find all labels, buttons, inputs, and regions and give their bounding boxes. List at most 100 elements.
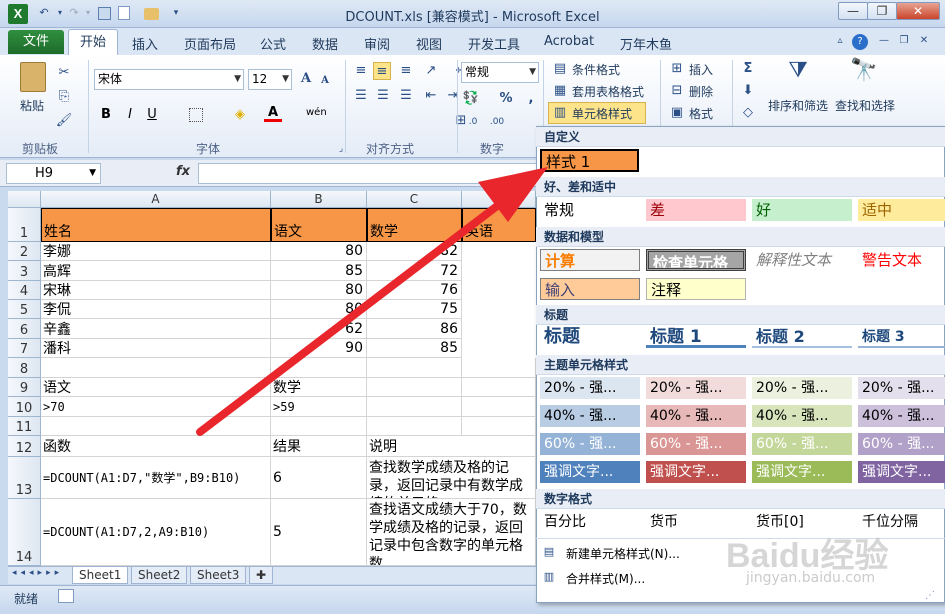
style-input[interactable]: 输入 — [540, 278, 640, 300]
cell-a13[interactable]: =DCOUNT(A1:D7,"数学",B9:B10) — [41, 457, 271, 499]
cell-b10[interactable]: >59 — [271, 397, 367, 417]
font-size-combo[interactable]: 12 ▼ — [248, 69, 292, 90]
cell-a7[interactable]: 潘科 — [41, 339, 271, 358]
cell-a10[interactable]: >70 — [41, 397, 271, 417]
style-20-accent4[interactable]: 20% - 强... — [858, 377, 945, 399]
cell-a5[interactable]: 李侃 — [41, 300, 271, 319]
row-header[interactable]: 3 — [8, 261, 41, 281]
cell-d8[interactable] — [462, 358, 536, 378]
sheet-tab-sheet2[interactable]: Sheet2 — [131, 567, 188, 584]
style-60-accent4[interactable]: 60% - 强... — [858, 433, 945, 455]
cell-b5[interactable]: 80 — [271, 300, 367, 319]
style-60-accent3[interactable]: 60% - 强... — [752, 433, 852, 455]
cell-c5[interactable]: 75 — [367, 300, 462, 319]
orientation-icon[interactable]: ↗ — [422, 62, 440, 80]
font-color-icon[interactable]: A — [264, 104, 282, 122]
cut-icon[interactable]: ✂ — [55, 64, 73, 82]
style-calculation[interactable]: 计算 — [540, 249, 640, 271]
minimize-ribbon-icon[interactable]: ▵ — [832, 34, 848, 50]
cell-b13[interactable]: 6 — [271, 457, 367, 499]
style-20-accent2[interactable]: 20% - 强... — [646, 377, 746, 399]
workbook-restore-icon[interactable]: ❐ — [896, 34, 912, 50]
tab-developer[interactable]: 开发工具 — [468, 34, 520, 53]
style-good[interactable]: 好 — [752, 199, 852, 221]
style-40-accent1[interactable]: 40% - 强... — [540, 405, 640, 427]
cell-c9[interactable] — [367, 378, 462, 397]
font-name-combo[interactable]: 宋体 ▼ — [94, 69, 244, 90]
style-bad[interactable]: 差 — [646, 199, 746, 221]
cell-b12[interactable]: 结果 — [271, 436, 367, 457]
row-header[interactable]: 11 — [8, 417, 41, 436]
style-accent1[interactable]: 强调文字... — [540, 461, 640, 483]
style-note[interactable]: 注释 — [646, 278, 746, 300]
cell-b8[interactable] — [271, 358, 367, 378]
restore-icon[interactable]: ❐ — [867, 2, 897, 20]
style-percent[interactable]: 百分比 — [540, 511, 640, 533]
cell-b3[interactable]: 85 — [271, 261, 367, 281]
decrease-indent-icon[interactable]: ⇤ — [422, 87, 440, 105]
tab-home[interactable]: 开始 — [68, 29, 118, 56]
bold-icon[interactable]: B — [97, 106, 115, 124]
align-bottom-icon[interactable]: ≡ — [397, 62, 415, 80]
clear-icon[interactable]: ◇ — [739, 104, 757, 122]
style-heading-1[interactable]: 标题 1 — [646, 326, 746, 348]
cell-a12[interactable]: 函数 — [41, 436, 271, 457]
row-header[interactable]: 4 — [8, 281, 41, 300]
style-accent3[interactable]: 强调文字... — [752, 461, 852, 483]
table-format-icon[interactable]: ▦ — [551, 82, 569, 100]
row-header[interactable]: 7 — [8, 339, 41, 358]
cell-style-icon[interactable]: ▥ — [551, 104, 569, 122]
style-explanatory[interactable]: 解释性文本 — [752, 249, 852, 271]
cell-c4[interactable]: 76 — [367, 281, 462, 300]
cell-b1[interactable]: 语文 — [271, 208, 367, 242]
tab-view[interactable]: 视图 — [416, 34, 442, 53]
underline-icon[interactable]: U — [143, 106, 161, 124]
style-heading-2[interactable]: 标题 2 — [752, 326, 852, 348]
paste-icon[interactable] — [20, 62, 46, 92]
cell-c10[interactable] — [367, 397, 462, 417]
cell-c2[interactable]: 82 — [367, 242, 462, 261]
style-60-accent1[interactable]: 60% - 强... — [540, 433, 640, 455]
shrink-font-icon[interactable]: A — [316, 72, 334, 90]
insert-sheet-icon[interactable]: ✚ — [249, 567, 273, 584]
cell-b4[interactable]: 80 — [271, 281, 367, 300]
cell-c6[interactable]: 86 — [367, 319, 462, 339]
workbook-close-icon[interactable]: ✕ — [916, 34, 932, 50]
style-40-accent4[interactable]: 40% - 强... — [858, 405, 945, 427]
border-icon[interactable] — [189, 108, 203, 122]
row-header[interactable]: 8 — [8, 358, 41, 378]
fill-color-icon[interactable]: ◈ — [231, 106, 249, 124]
style-40-accent3[interactable]: 40% - 强... — [752, 405, 852, 427]
conditional-format-button[interactable]: 条件格式 — [572, 61, 620, 78]
cell-d9[interactable] — [462, 378, 536, 397]
row-header[interactable]: 1 — [8, 208, 41, 242]
format-painter-icon[interactable]: 🖌 — [55, 112, 73, 130]
increase-indent-icon[interactable]: ⇥ — [444, 87, 462, 105]
format-cells-button[interactable]: 格式 — [689, 105, 713, 122]
cell-d11[interactable] — [462, 417, 536, 436]
paste-button[interactable]: 粘贴 — [20, 97, 44, 114]
style-heading-3[interactable]: 标题 3 — [858, 326, 945, 348]
font-dialog-launcher-icon[interactable]: ⌟ — [332, 140, 350, 158]
sort-filter-icon[interactable]: ⧩ — [784, 60, 812, 90]
phonetic-icon[interactable]: wén — [306, 104, 327, 122]
close-icon[interactable]: ✕ — [896, 2, 940, 20]
tab-acrobat[interactable]: Acrobat — [544, 34, 594, 49]
cell-b6[interactable]: 62 — [271, 319, 367, 339]
cell-a14[interactable]: =DCOUNT(A1:D7,2,A9:B10) — [41, 499, 271, 566]
macro-record-icon[interactable] — [58, 589, 74, 603]
italic-icon[interactable]: I — [121, 106, 139, 124]
cell-a3[interactable]: 高辉 — [41, 261, 271, 281]
align-left-icon[interactable]: ☰ — [352, 87, 370, 105]
row-header[interactable]: 2 — [8, 242, 41, 261]
insert-function-icon[interactable]: fx — [176, 164, 190, 179]
cell-c8[interactable] — [367, 358, 462, 378]
currency-icon[interactable]: 💱 — [462, 90, 480, 108]
style-20-accent1[interactable]: 20% - 强... — [540, 377, 640, 399]
comma-icon[interactable]: , — [522, 90, 540, 108]
sheet-tab-sheet1[interactable]: Sheet1 — [72, 567, 129, 584]
cell-a11[interactable] — [41, 417, 271, 436]
style-accent2[interactable]: 强调文字... — [646, 461, 746, 483]
cell-c14[interactable]: 查找语文成绩大于70，数学成绩及格的记录，返回记录中包含数字的单元格数 — [367, 499, 536, 566]
sheet-tab-sheet3[interactable]: Sheet3 — [190, 567, 247, 584]
